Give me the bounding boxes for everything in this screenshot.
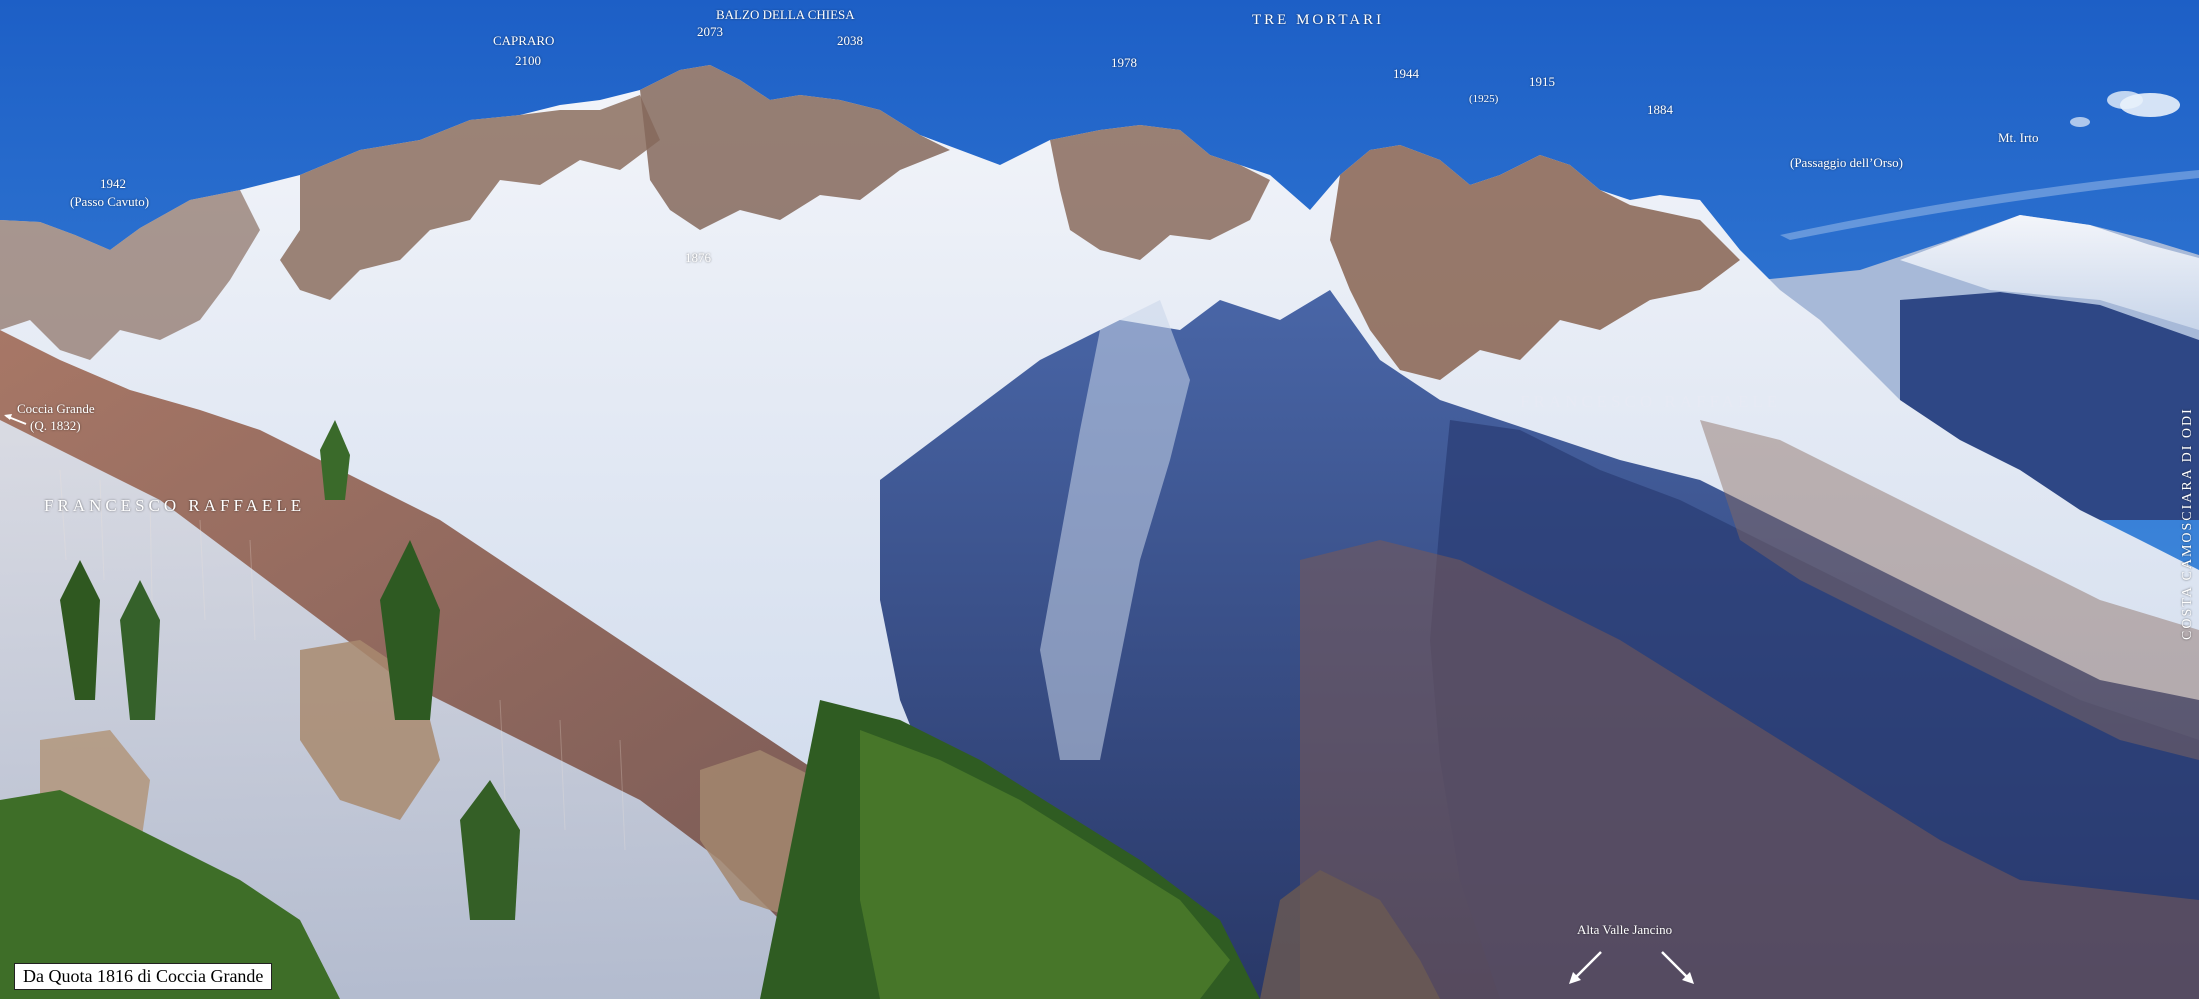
arrow-down-left-icon	[1569, 951, 1602, 984]
label-coccia-grande: Coccia Grande	[17, 401, 95, 416]
label-capraro: CAPRARO	[493, 33, 555, 48]
label-quota-1925: (1925)	[1469, 93, 1499, 105]
panorama-photo: TRE MORTARI BALZO DELLA CHIESA 2073 2038…	[0, 0, 2199, 999]
label-alta-valle-jancino: Alta Valle Jancino	[1577, 922, 1673, 937]
label-costa-camosciara: COSTA CAMOSCIARA DI ODI	[2180, 407, 2195, 640]
label-quota-1944: 1944	[1393, 66, 1419, 81]
label-quota-1978: 1978	[1111, 55, 1137, 70]
label-passo-cavuto: (Passo Cavuto)	[70, 194, 150, 209]
label-quota-1876: 1876	[685, 250, 711, 265]
label-quota-1884: 1884	[1647, 102, 1673, 117]
author-watermark-left: FRANCESCO RAFFAELE	[44, 496, 306, 515]
label-balzo-della-chiesa: BALZO DELLA CHIESA	[716, 7, 855, 22]
label-mt-irto: Mt. Irto	[1998, 130, 2039, 145]
author-watermark-right: FRANCESCO RAFFAELE	[1520, 392, 1782, 411]
mountain-landscape-image	[0, 0, 2199, 999]
arrow-coccia-grande-icon	[4, 414, 27, 425]
arrow-down-right-icon	[1661, 951, 1694, 984]
label-passaggio-dell-orso: (Passaggio dell’Orso)	[1790, 155, 1904, 170]
label-quota-1915: 1915	[1529, 74, 1555, 89]
label-quota-2100: 2100	[515, 53, 541, 68]
photo-caption: Da Quota 1816 di Coccia Grande	[14, 963, 273, 990]
label-quota-1942: 1942	[100, 176, 126, 191]
label-quota-1832: (Q. 1832)	[30, 418, 81, 433]
label-quota-2073: 2073	[697, 24, 723, 39]
label-quota-2038: 2038	[837, 33, 863, 48]
label-tre-mortari: TRE MORTARI	[1252, 12, 1385, 28]
